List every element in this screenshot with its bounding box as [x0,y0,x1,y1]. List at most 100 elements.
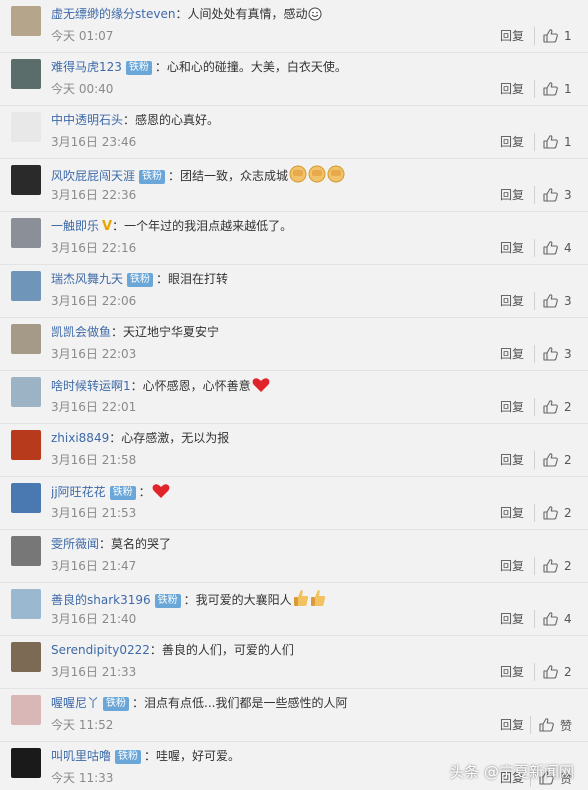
avatar[interactable] [11,695,41,725]
username[interactable]: 雯所薇闻 [51,537,99,551]
like-button[interactable]: 2 [534,557,572,575]
comment-line: 雯所薇闻：莫名的哭了 [51,536,578,552]
comment-line: zhixi8849：心存感激，无以为报 [51,430,578,446]
comment-line: 善良的shark3196 铁粉 ：我可爱的大襄阳人 [51,589,578,608]
username[interactable]: 风吹屁屁闯天涯 [51,169,135,183]
username[interactable]: 难得马虎123 [51,60,122,74]
like-button[interactable]: 3 [534,186,572,204]
comment-time: 3月16日 21:33 [51,665,137,679]
avatar[interactable] [11,483,41,513]
reply-button[interactable]: 回复 [500,453,524,467]
like-button[interactable]: 1 [534,27,572,45]
comment-line: 啥时候转运啊1：心怀感恩，心怀善意 [51,377,578,394]
avatar[interactable] [11,165,41,195]
fan-badge: 铁粉 [127,273,154,287]
reply-button[interactable]: 回复 [500,294,524,308]
colon: ： [168,169,181,183]
reply-button[interactable]: 回复 [500,612,524,626]
fan-badge: 铁粉 [125,61,152,75]
username[interactable]: 喔喔尼丫 [51,696,99,710]
thumbs-up-icon [543,665,558,679]
username[interactable]: 叫叽里咕噜 [51,749,111,763]
avatar[interactable] [11,430,41,460]
avatar[interactable] [11,589,41,619]
username[interactable]: 一触即乐 [51,219,99,233]
reply-button[interactable]: 回复 [500,82,524,96]
like-count: 2 [564,453,572,467]
reply-button[interactable]: 回复 [500,135,524,149]
like-button[interactable]: 2 [534,504,572,522]
comment-item: 啥时候转运啊1：心怀感恩，心怀善意 3月16日 22:01 回复 2 [0,371,588,424]
comment-time: 3月16日 22:06 [51,294,137,308]
like-count: 1 [564,82,572,96]
fan-badge: 铁粉 [139,170,166,184]
like-count: 2 [564,665,572,679]
avatar[interactable] [11,324,41,354]
avatar[interactable] [11,271,41,301]
comment-time: 3月16日 21:47 [51,559,137,573]
username[interactable]: zhixi8849 [51,431,109,445]
like-button[interactable]: 4 [534,610,572,628]
comment-item: 虚无缥缈的缘分steven：人间处处有真情，感动 今天 01:07 回复 1 [0,0,588,53]
username[interactable]: 瑞杰风舞九天 [51,272,123,286]
username[interactable]: 虚无缥缈的缘分steven [51,7,175,21]
like-button[interactable]: 3 [534,345,572,363]
avatar[interactable] [11,218,41,248]
username[interactable]: 凯凯会做鱼 [51,325,111,339]
like-button[interactable]: 4 [534,239,572,257]
reply-button[interactable]: 回复 [500,400,524,414]
like-button[interactable]: 赞 [529,716,572,734]
colon: ： [156,272,169,286]
thumbs-up-icon [543,29,558,43]
comment-line: 虚无缥缈的缘分steven：人间处处有真情，感动 [51,6,578,22]
comment-text: 心和心的碰撞。大美，白衣天使。 [166,60,347,74]
like-button[interactable]: 2 [534,451,572,469]
username[interactable]: 善良的shark3196 [51,593,151,607]
comment-line: jj阿旺花花 铁粉： [51,483,578,500]
comment-line: 喔喔尼丫 铁粉 ：泪点有点低...我们都是一些感性的人阿 [51,695,578,711]
avatar[interactable] [11,6,41,36]
colon: ： [149,643,162,657]
like-button[interactable]: 2 [534,398,572,416]
avatar[interactable] [11,748,41,778]
like-button[interactable]: 1 [534,80,572,98]
avatar[interactable] [11,112,41,142]
comment-time: 今天 11:52 [51,718,114,732]
avatar[interactable] [11,59,41,89]
reply-button[interactable]: 回复 [500,559,524,573]
avatar[interactable] [11,377,41,407]
comment-time: 3月16日 22:36 [51,188,137,202]
thumbs-up-icon [310,590,325,606]
colon: ： [183,593,196,607]
like-count: 赞 [559,718,572,733]
like-button[interactable]: 2 [534,663,572,681]
username[interactable]: Serendipity0222 [51,643,150,657]
reply-button[interactable]: 回复 [500,29,524,43]
comment-text: 人间处处有真情，感动 [187,7,308,21]
username[interactable]: 中中透明石头 [51,113,123,127]
like-button[interactable]: 1 [534,133,572,151]
colon: ： [130,379,143,393]
fan-badge: 铁粉 [109,486,136,500]
fan-badge: 铁粉 [154,594,181,608]
reply-button[interactable]: 回复 [500,241,524,255]
comment-item: Serendipity0222：善良的人们，可爱的人们 3月16日 21:33 回复… [0,636,588,689]
username[interactable]: 啥时候转运啊1 [51,379,131,393]
reply-button[interactable]: 回复 [500,188,524,202]
reply-button[interactable]: 回复 [500,506,524,520]
like-count: 2 [564,559,572,573]
comment-line: 风吹屁屁闯天涯 铁粉 ：团结一致，众志成城 [51,165,578,184]
reply-button[interactable]: 回复 [500,347,524,361]
like-button[interactable]: 3 [534,292,572,310]
reply-button[interactable]: 回复 [500,665,524,679]
avatar[interactable] [11,642,41,672]
reply-button[interactable]: 回复 [500,718,524,732]
fist-icon [289,165,307,183]
avatar[interactable] [11,536,41,566]
comment-item: 善良的shark3196 铁粉 ：我可爱的大襄阳人 3月16日 21:40 回复 4 [0,583,588,636]
username[interactable]: jj阿旺花花 [51,485,106,499]
comment-text: 眼泪在打转 [168,272,229,286]
comment-item: jj阿旺花花 铁粉： 3月16日 21:53 回复 2 [0,477,588,530]
comment-line: 一触即乐 V：一个年过的我泪点越来越低了。 [51,218,578,235]
watermark: 头条 @宁夏新闻网 [449,763,574,781]
